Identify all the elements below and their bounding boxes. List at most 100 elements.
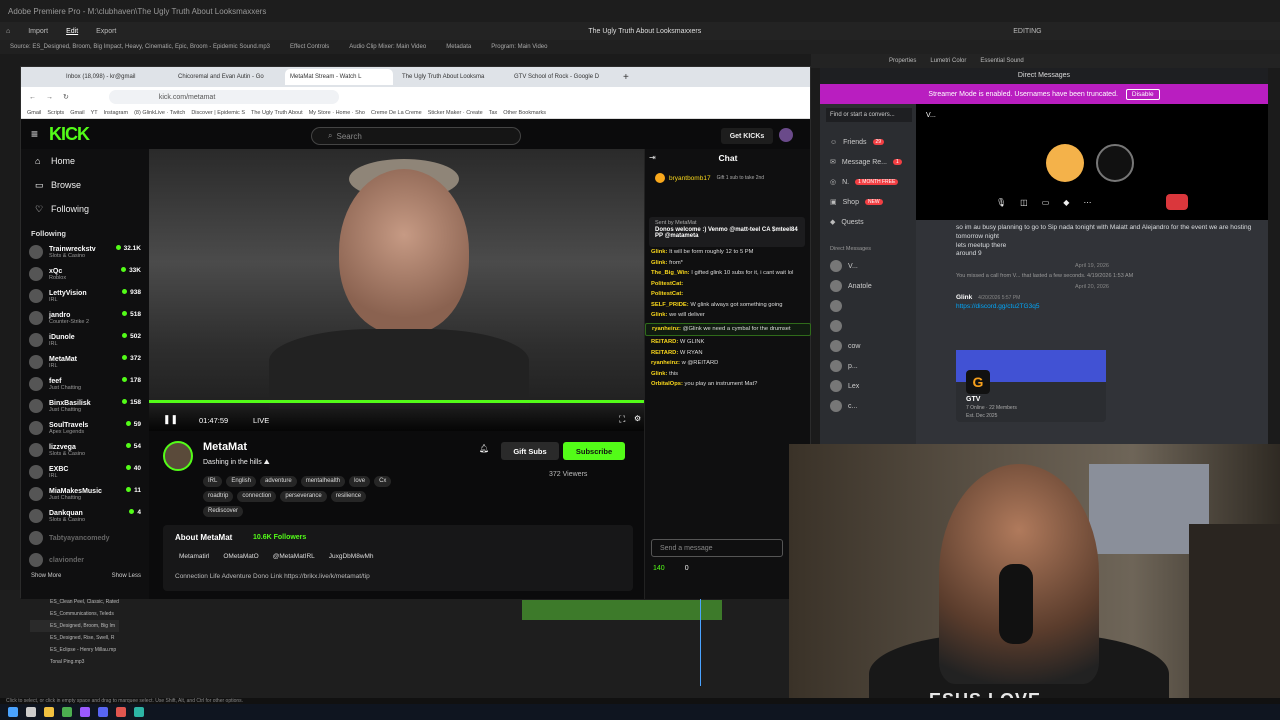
dm-item[interactable]	[820, 316, 916, 336]
import-tab[interactable]: Import	[28, 28, 48, 35]
premiere-icon[interactable]	[80, 707, 90, 717]
call-avatar-user[interactable]	[1046, 144, 1084, 182]
show-less-button[interactable]: Show Less	[112, 573, 141, 579]
premiere-timeline[interactable]: ES_Clean Peel, Classic, Rated ES_Communi…	[0, 590, 790, 698]
track-name[interactable]: Tonal Ping.mp3	[30, 656, 119, 668]
chat-username[interactable]: ryanheinz:	[652, 326, 681, 332]
audio-clip[interactable]	[522, 600, 722, 620]
track-name[interactable]: ES_Eclipse - Henry Millau.mp	[30, 644, 119, 656]
bookmark[interactable]: Gmail	[70, 110, 84, 116]
dm-item[interactable]: Anatole	[820, 276, 916, 296]
end-call-button[interactable]	[1166, 194, 1188, 210]
tag[interactable]: IRL	[203, 475, 223, 487]
browser-tab-active[interactable]: MetaMat Stream - Watch L	[285, 69, 393, 85]
bookmark[interactable]: Instagram	[104, 110, 128, 116]
nav-browse[interactable]: ▭ Browse	[21, 173, 149, 197]
bookmark[interactable]: Gmail	[27, 110, 41, 116]
dm-item[interactable]: cow	[820, 336, 916, 356]
browser-icon[interactable]	[62, 707, 72, 717]
sidebar-item-dankquan[interactable]: Dankquan Slots & Casino 4	[21, 505, 149, 527]
sidebar-item-trainwreckstv[interactable]: Trainwreckstv Slots & Casino 32.1K	[21, 241, 149, 263]
dm-nav-item[interactable]: ◆ Quests	[820, 212, 916, 232]
kick-logo[interactable]: KICK	[49, 124, 90, 145]
browser-tab[interactable]: Chicoremal and Evan Autin - Go	[173, 69, 281, 85]
chat-username[interactable]: PolitestCat:	[651, 291, 683, 297]
activity-icon[interactable]: ◆	[1063, 198, 1069, 207]
url-field[interactable]: kick.com/metamat	[108, 90, 339, 104]
camera-icon[interactable]: ◫	[1020, 198, 1028, 207]
sidebar-item-binxbasilisk[interactable]: BinxBasilisk Just Chatting 158	[21, 395, 149, 417]
chat-username[interactable]: Glink:	[651, 260, 667, 266]
sidebar-item-idunole[interactable]: iDunole IRL 502	[21, 329, 149, 351]
browser-tab[interactable]: GTV School of Rock - Google D	[509, 69, 617, 85]
menu-icon[interactable]: ≡	[31, 127, 38, 141]
dm-item[interactable]: Lex	[820, 376, 916, 396]
source-panel-tab[interactable]: Source: ES_Designed, Broom, Big Impact, …	[10, 44, 270, 50]
properties-tab[interactable]: Properties	[889, 58, 916, 64]
show-more-button[interactable]: Show More	[31, 573, 61, 579]
playhead[interactable]	[700, 596, 701, 686]
disable-button[interactable]: Disable	[1125, 88, 1160, 100]
pause-icon[interactable]: ❚❚	[163, 414, 178, 425]
lumetri-tab[interactable]: Lumetri Color	[930, 58, 966, 64]
bookmark[interactable]: (8) GlinkLive · Twitch	[134, 110, 185, 116]
discord-icon[interactable]	[98, 707, 108, 717]
sidebar-item-lizzvega[interactable]: lizzvega Slots & Casino 54	[21, 439, 149, 461]
bookmark[interactable]: Sticker Maker · Create	[428, 110, 483, 116]
sidebar-item-miamakesmusic[interactable]: MiaMakesMusic Just Chatting 11	[21, 483, 149, 505]
dm-nav-item[interactable]: ◎ N. 1 MONTH FREE	[820, 172, 916, 192]
tag[interactable]: English	[226, 475, 257, 487]
nav-home[interactable]: ⌂ Home	[21, 149, 149, 173]
tag[interactable]: Rediscover	[203, 505, 244, 517]
gift-subs-button[interactable]: Gift Subs	[501, 442, 559, 460]
dm-item[interactable]: c...	[820, 396, 916, 416]
more-icon[interactable]: ⋯	[1083, 198, 1091, 207]
start-icon[interactable]	[8, 707, 18, 717]
get-kicks-button[interactable]: Get KICKs	[721, 128, 773, 144]
gifter-name[interactable]: bryantbomb17	[669, 175, 711, 182]
dm-nav-item[interactable]: ✉ Message Re... 1	[820, 152, 916, 172]
instagram-link[interactable]: Metamatirl	[179, 553, 209, 560]
sidebar-item-offline[interactable]: clavionder	[21, 549, 149, 571]
sidebar-item-offline[interactable]: Tabtyayancomedy	[21, 527, 149, 549]
sidebar-item-exbc[interactable]: EXBC IRL 40	[21, 461, 149, 483]
tag[interactable]: perseverance	[280, 490, 327, 502]
avatar[interactable]	[779, 128, 793, 142]
app-icon[interactable]	[134, 707, 144, 717]
reload-icon[interactable]: ↻	[63, 93, 69, 101]
bookmark[interactable]: YT	[91, 110, 98, 116]
dm-item[interactable]	[820, 296, 916, 316]
search-input[interactable]: ⌕ Search	[311, 127, 521, 145]
back-icon[interactable]: ←	[29, 94, 36, 101]
track-name[interactable]: ES_Designed, Rise, Swell, R	[30, 632, 119, 644]
tag[interactable]: connection	[237, 490, 277, 502]
bookmark[interactable]: Tax	[489, 110, 498, 116]
app-icon[interactable]	[116, 707, 126, 717]
subscribe-button[interactable]: Subscribe	[563, 442, 625, 460]
browser-tab[interactable]: Inbox (18,098) - kr@gmail	[61, 69, 169, 85]
dm-nav-item[interactable]: ☺ Friends 29	[820, 132, 916, 152]
files-icon[interactable]	[44, 707, 54, 717]
dm-item[interactable]: V...	[820, 256, 916, 276]
chat-username[interactable]: PolitestCat:	[651, 281, 683, 287]
sidebar-item-lettyvision[interactable]: LettyVision IRL 938	[21, 285, 149, 307]
bookmark[interactable]: Discover | Epidemic S	[191, 110, 245, 116]
server-invite-card[interactable]: G GTV 7 Online · 22 Members Est. Dec 202…	[956, 350, 1106, 422]
chat-username[interactable]: Glink:	[651, 249, 667, 255]
chat-input[interactable]: Send a message	[651, 539, 783, 557]
screen-share-icon[interactable]: ▭	[1042, 198, 1050, 207]
invite-link[interactable]: https://discord.gg/ctu2TG3q5	[916, 303, 1268, 312]
sidebar-item-metamat[interactable]: MetaMat IRL 372	[21, 351, 149, 373]
x-link[interactable]: OMetaMatO	[223, 553, 258, 560]
mic-icon[interactable]: 🎙︎	[996, 198, 1006, 207]
chat-username[interactable]: OrbitalOps:	[651, 381, 683, 387]
chat-username[interactable]: Glink:	[651, 312, 667, 318]
dm-item[interactable]: p...	[820, 356, 916, 376]
sidebar-item-xqc[interactable]: xQc Roblox 33K	[21, 263, 149, 285]
settings-icon[interactable]: ⚙	[634, 414, 641, 423]
browser-tab[interactable]: The Ugly Truth About Looksma	[397, 69, 505, 85]
nav-following[interactable]: ♡ Following	[21, 197, 149, 221]
new-tab-icon[interactable]: +	[623, 72, 629, 83]
message-author[interactable]: Glink	[956, 294, 972, 301]
tag[interactable]: mentalhealth	[300, 475, 346, 487]
